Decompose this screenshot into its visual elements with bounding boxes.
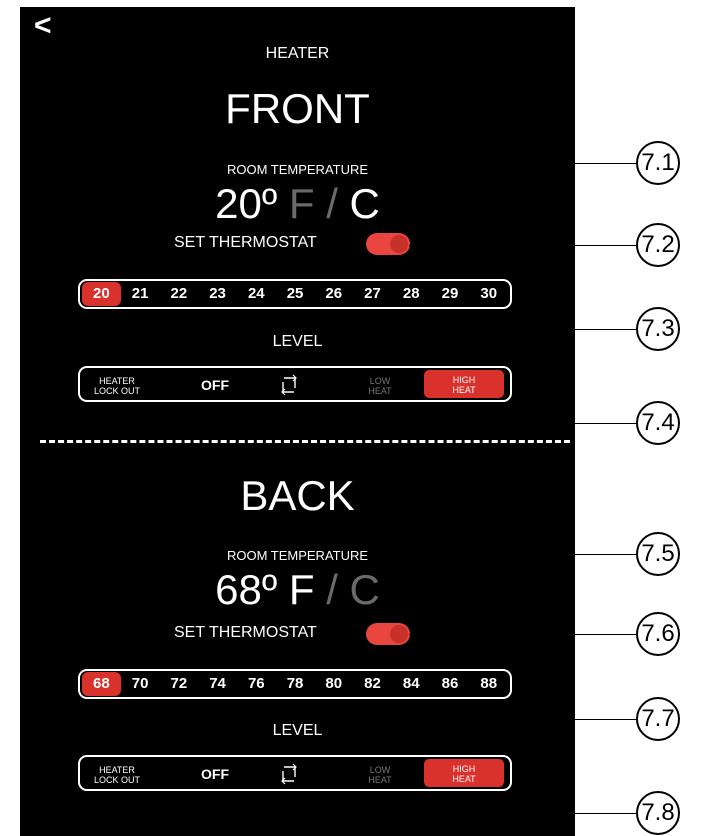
swap-icon-graphic: [281, 374, 297, 396]
callout-leader-line: [465, 423, 637, 424]
level-option-text: HEAT: [368, 775, 392, 785]
level-low-heat[interactable]: LOW HEAT: [360, 376, 400, 396]
temperature-value: 68º: [215, 566, 278, 613]
level-off[interactable]: OFF: [190, 377, 240, 393]
thermostat-option-74[interactable]: 74: [198, 672, 237, 696]
thermostat-scale-front: 20 21 22 23 24 25 26 27 28 29 30: [78, 279, 512, 309]
thermostat-option-82[interactable]: 82: [353, 672, 392, 696]
zone-title-back: BACK: [240, 472, 355, 519]
thermostat-scale-back: 68 70 72 74 76 78 80 82 84 86 88: [78, 669, 512, 699]
level-option-text: HEAT: [452, 385, 476, 395]
thermostat-option-25[interactable]: 25: [276, 282, 315, 306]
room-temperature-front: 20º F / C: [20, 180, 575, 228]
unit-separator: /: [326, 566, 338, 613]
callout-leader-line: [463, 312, 464, 329]
thermostat-option-23[interactable]: 23: [198, 282, 237, 306]
callout-7-4: 7.4: [636, 401, 680, 445]
level-option-text: LOW: [369, 765, 391, 775]
set-thermostat-label-front: SET THERMOSTAT: [174, 234, 317, 251]
callout-leader-line: [375, 554, 637, 555]
level-heater-lockout[interactable]: HEATER LOCK OUT: [92, 765, 142, 785]
callout-leader-line: [384, 719, 637, 720]
callout-leader-line: [387, 813, 637, 814]
thermostat-option-72[interactable]: 72: [159, 672, 198, 696]
callout-7-6: 7.6: [636, 612, 680, 656]
thermostat-option-80[interactable]: 80: [314, 672, 353, 696]
callout-7-1: 7.1: [636, 141, 680, 185]
thermostat-option-27[interactable]: 27: [353, 282, 392, 306]
level-option-text: LOCK OUT: [93, 775, 140, 785]
thermostat-option-84[interactable]: 84: [392, 672, 431, 696]
thermostat-option-29[interactable]: 29: [431, 282, 470, 306]
level-option-text: LOCK OUT: [93, 386, 140, 396]
room-temperature-back: 68º F / C: [20, 566, 575, 614]
callout-leader-line: [409, 245, 637, 246]
zone-title-front: FRONT: [225, 85, 370, 132]
unit-f-toggle[interactable]: F: [289, 566, 315, 613]
thermostat-option-20[interactable]: 20: [82, 282, 121, 306]
thermostat-option-22[interactable]: 22: [159, 282, 198, 306]
level-low-heat[interactable]: LOW HEAT: [360, 765, 400, 785]
level-high-heat[interactable]: HIGH HEAT: [424, 370, 504, 398]
back-chevron-icon[interactable]: <: [34, 11, 64, 44]
swap-icon[interactable]: [280, 763, 298, 785]
room-temperature-label-front: ROOM TEMPERATURE: [226, 162, 369, 177]
room-temperature-label-back: ROOM TEMPERATURE: [226, 548, 369, 563]
callout-leader-line: [387, 795, 388, 813]
thermostat-option-86[interactable]: 86: [431, 672, 470, 696]
swap-icon-graphic: [281, 763, 297, 785]
callout-leader-line: [463, 329, 637, 330]
thermostat-toggle-front[interactable]: [366, 233, 410, 255]
level-off[interactable]: OFF: [190, 766, 240, 782]
set-thermostat-label-back: SET THERMOSTAT: [174, 624, 317, 641]
thermostat-option-70[interactable]: 70: [121, 672, 160, 696]
callout-leader-line: [465, 405, 466, 423]
thermostat-option-30[interactable]: 30: [469, 282, 508, 306]
callout-7-2: 7.2: [636, 223, 680, 267]
callout-7-8: 7.8: [636, 791, 680, 835]
unit-separator: /: [326, 180, 338, 227]
callout-leader-line: [384, 702, 385, 719]
thermostat-option-68[interactable]: 68: [82, 672, 121, 696]
thermostat-option-76[interactable]: 76: [237, 672, 276, 696]
swap-icon[interactable]: [280, 374, 298, 396]
toggle-knob: [390, 235, 408, 253]
unit-c-toggle[interactable]: C: [350, 566, 380, 613]
callout-leader-line: [375, 163, 637, 164]
callout-7-5: 7.5: [636, 532, 680, 576]
level-option-text: HEATER: [99, 376, 135, 386]
level-selector-front: HEATER LOCK OUT OFF LOW HEAT HIGH HEAT: [78, 366, 512, 402]
level-selector-back: HEATER LOCK OUT OFF LOW HEAT HIGH HEAT: [78, 755, 512, 791]
level-option-text: HIGH: [452, 375, 476, 385]
unit-f-toggle[interactable]: F: [289, 180, 315, 227]
thermostat-option-88[interactable]: 88: [469, 672, 508, 696]
level-option-text: HEAT: [368, 386, 392, 396]
level-high-heat[interactable]: HIGH HEAT: [424, 759, 504, 787]
callout-7-7: 7.7: [636, 697, 680, 741]
unit-c-toggle[interactable]: C: [350, 180, 380, 227]
thermostat-option-26[interactable]: 26: [314, 282, 353, 306]
level-label-back: LEVEL: [272, 722, 323, 739]
level-option-text: HEATER: [99, 765, 135, 775]
level-option-text: LOW: [369, 376, 391, 386]
toggle-knob: [390, 625, 408, 643]
page-title: HEATER: [265, 45, 330, 62]
callout-leader-line: [409, 634, 637, 635]
level-label-front: LEVEL: [272, 333, 323, 350]
callout-7-3: 7.3: [636, 307, 680, 351]
level-heater-lockout[interactable]: HEATER LOCK OUT: [92, 376, 142, 396]
temperature-value: 20º: [215, 180, 278, 227]
thermostat-option-28[interactable]: 28: [392, 282, 431, 306]
thermostat-option-24[interactable]: 24: [237, 282, 276, 306]
thermostat-option-21[interactable]: 21: [121, 282, 160, 306]
thermostat-option-78[interactable]: 78: [276, 672, 315, 696]
section-divider: [40, 440, 570, 443]
level-option-text: HEAT: [452, 774, 476, 784]
level-option-text: HIGH: [452, 764, 476, 774]
thermostat-toggle-back[interactable]: [366, 623, 410, 645]
